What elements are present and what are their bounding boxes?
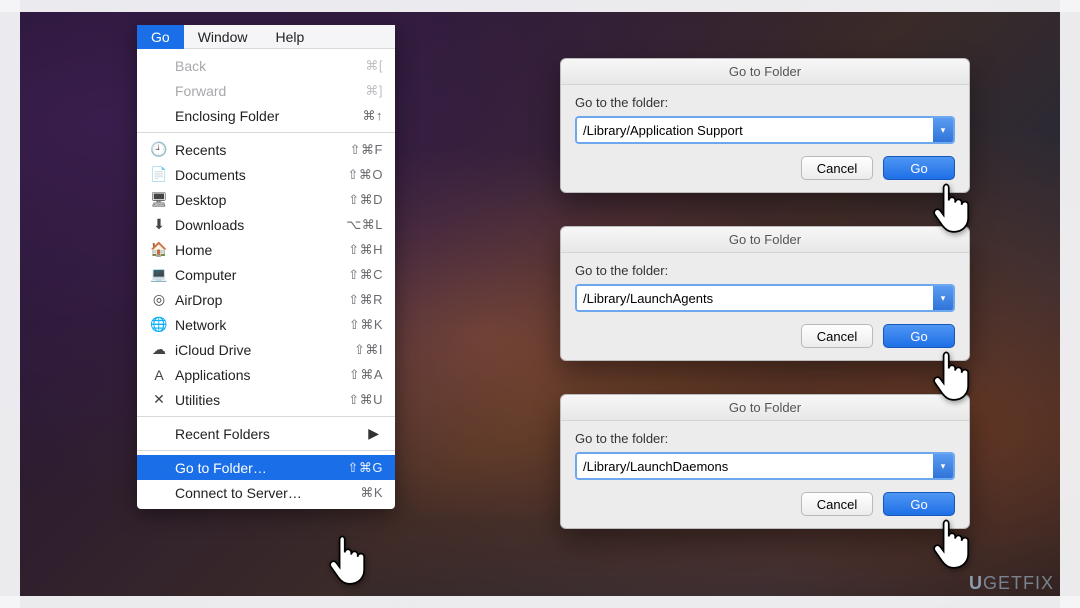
dialog-prompt: Go to the folder: — [575, 263, 955, 278]
dropdown-arrow-icon[interactable]: ▾ — [933, 286, 953, 310]
go-button[interactable]: Go — [883, 324, 955, 348]
menu-label: Recents — [175, 142, 350, 158]
watermark: UGETFIX — [969, 573, 1054, 594]
menu-shortcut: ⌘↑ — [363, 108, 384, 124]
menu-computer[interactable]: 💻 Computer⇧⌘C — [137, 262, 395, 287]
place-icon: 💻 — [149, 266, 169, 283]
menu-label: Back — [175, 58, 365, 74]
menu-label: Documents — [175, 167, 347, 183]
pointer-cursor-icon — [326, 532, 370, 586]
menu-shortcut: ⌘[ — [365, 58, 383, 74]
go-to-folder-dialog-2: Go to Folder Go to the folder: ▾ Cancel … — [560, 226, 970, 361]
place-icon: ⬇ — [149, 216, 169, 233]
menu-shortcut: ⇧⌘O — [347, 167, 383, 183]
menu-label: iCloud Drive — [175, 342, 354, 358]
go-to-folder-dialog-3: Go to Folder Go to the folder: ▾ Cancel … — [560, 394, 970, 529]
dialog-title: Go to Folder — [561, 59, 969, 85]
path-combobox[interactable]: ▾ — [575, 284, 955, 312]
menu-icloud-drive[interactable]: ☁ iCloud Drive⇧⌘I — [137, 337, 395, 362]
menu-enclosing-folder[interactable]: Enclosing Folder ⌘↑ — [137, 103, 395, 128]
dialog-title: Go to Folder — [561, 227, 969, 253]
menu-forward: Forward ⌘] — [137, 78, 395, 103]
menu-shortcut: ⇧⌘I — [354, 342, 383, 358]
dialog-prompt: Go to the folder: — [575, 95, 955, 110]
menu-label: Recent Folders — [175, 426, 368, 442]
path-combobox[interactable]: ▾ — [575, 116, 955, 144]
menu-go-to-folder[interactable]: Go to Folder… ⇧⌘G — [137, 455, 395, 480]
menu-shortcut: ⇧⌘U — [348, 392, 383, 408]
place-icon: 📄 — [149, 166, 169, 183]
menu-recents[interactable]: 🕘 Recents⇧⌘F — [137, 137, 395, 162]
place-icon: 🌐 — [149, 316, 169, 333]
menu-applications[interactable]: A Applications⇧⌘A — [137, 362, 395, 387]
menu-label: Applications — [175, 367, 349, 383]
place-icon: ☁ — [149, 341, 169, 358]
cancel-button[interactable]: Cancel — [801, 324, 873, 348]
menu-label: Home — [175, 242, 348, 258]
go-to-folder-dialog-1: Go to Folder Go to the folder: ▾ Cancel … — [560, 58, 970, 193]
dialog-title: Go to Folder — [561, 395, 969, 421]
place-icon: ✕ — [149, 391, 169, 408]
menubar-item-window[interactable]: Window — [184, 25, 262, 49]
go-button[interactable]: Go — [883, 492, 955, 516]
menu-documents[interactable]: 📄 Documents⇧⌘O — [137, 162, 395, 187]
place-icon: ◎ — [149, 291, 169, 308]
menu-utilities[interactable]: ✕ Utilities⇧⌘U — [137, 387, 395, 412]
dialog-prompt: Go to the folder: — [575, 431, 955, 446]
menu-label: Utilities — [175, 392, 348, 408]
submenu-arrow-icon: ▶ — [368, 425, 379, 442]
menu-shortcut: ⇧⌘K — [349, 317, 383, 333]
menu-shortcut: ⇧⌘C — [348, 267, 383, 283]
menu-downloads[interactable]: ⬇ Downloads⌥⌘L — [137, 212, 395, 237]
cancel-button[interactable]: Cancel — [801, 156, 873, 180]
menu-label: Computer — [175, 267, 348, 283]
menu-desktop[interactable]: 🖥 Desktop⇧⌘D — [137, 187, 395, 212]
menu-label: Network — [175, 317, 349, 333]
menu-label: Connect to Server… — [175, 485, 360, 501]
menu-shortcut: ⌘K — [360, 485, 383, 501]
place-icon: 🕘 — [149, 141, 169, 158]
place-icon: 🏠 — [149, 241, 169, 258]
menu-network[interactable]: 🌐 Network⇧⌘K — [137, 312, 395, 337]
go-menu: Go Window Help Back ⌘[ Forward ⌘] Enclos… — [137, 25, 395, 509]
menu-shortcut: ⇧⌘R — [348, 292, 383, 308]
path-input[interactable] — [577, 286, 933, 310]
menu-shortcut: ⇧⌘G — [347, 460, 383, 476]
menu-back: Back ⌘[ — [137, 53, 395, 78]
menu-label: Forward — [175, 83, 365, 99]
menu-shortcut: ⌥⌘L — [346, 217, 383, 233]
menu-airdrop[interactable]: ◎ AirDrop⇧⌘R — [137, 287, 395, 312]
menu-label: AirDrop — [175, 292, 348, 308]
cancel-button[interactable]: Cancel — [801, 492, 873, 516]
menu-label: Enclosing Folder — [175, 108, 363, 124]
menu-shortcut: ⌘] — [365, 83, 383, 99]
dropdown-arrow-icon[interactable]: ▾ — [933, 118, 953, 142]
menu-connect-to-server[interactable]: Connect to Server… ⌘K — [137, 480, 395, 505]
path-input[interactable] — [577, 118, 933, 142]
menu-label: Downloads — [175, 217, 346, 233]
menubar: Go Window Help — [137, 25, 395, 49]
menubar-item-go[interactable]: Go — [137, 25, 184, 49]
place-icon: A — [149, 367, 169, 383]
path-input[interactable] — [577, 454, 933, 478]
menu-shortcut: ⇧⌘H — [348, 242, 383, 258]
menu-recent-folders[interactable]: Recent Folders ▶ — [137, 421, 395, 446]
menu-label: Desktop — [175, 192, 348, 208]
menu-label: Go to Folder… — [175, 460, 347, 476]
menu-shortcut: ⇧⌘D — [348, 192, 383, 208]
path-combobox[interactable]: ▾ — [575, 452, 955, 480]
menubar-item-help[interactable]: Help — [261, 25, 318, 49]
go-button[interactable]: Go — [883, 156, 955, 180]
dropdown-arrow-icon[interactable]: ▾ — [933, 454, 953, 478]
menu-shortcut: ⇧⌘A — [349, 367, 383, 383]
menu-shortcut: ⇧⌘F — [350, 142, 383, 158]
place-icon: 🖥 — [149, 191, 169, 208]
menu-home[interactable]: 🏠 Home⇧⌘H — [137, 237, 395, 262]
